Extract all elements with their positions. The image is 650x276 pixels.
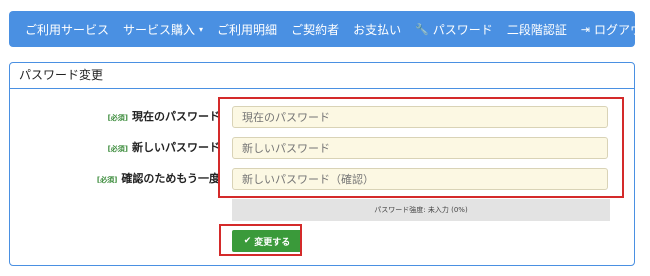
wrench-icon: 🔧 [415, 22, 429, 36]
logout-label: ログアウト [594, 22, 650, 37]
new-password-label: [必須] 新しいパスワード [20, 139, 220, 155]
nav-item-two-factor[interactable]: 二段階認証 [500, 11, 574, 47]
nav-item-label: ご利用明細 [217, 22, 278, 37]
required-tag: [必須] [96, 176, 118, 184]
button-label: 変更する [254, 237, 291, 248]
field-label: 確認のためもう一度 [121, 172, 220, 185]
nav-item-contractor[interactable]: ご契約者 [284, 11, 346, 47]
current-password-input[interactable] [232, 106, 608, 128]
nav-item-label: 二段階認証 [506, 22, 567, 37]
nav-item-label: ご契約者 [291, 22, 340, 37]
logout-icon: ⇥ [580, 22, 591, 36]
top-navbar: ご利用サービス サービス購入 ▾ ご利用明細 ご契約者 お支払い 🔧 パスワード 二… [9, 11, 650, 47]
current-password-label: [必須] 現在のパスワード [20, 108, 220, 124]
nav-item-payment[interactable]: お支払い [346, 11, 408, 47]
nav-item-label: サービス購入 [123, 22, 196, 37]
nav-item-services[interactable]: ご利用サービス [9, 11, 116, 47]
required-tag: [必須] [107, 114, 128, 122]
check-icon: ✔ [243, 236, 252, 246]
confirm-password-label: [必須] 確認のためもう一度 [20, 170, 220, 186]
nav-item-label: お支払い [353, 22, 402, 37]
nav-item-label: パスワード [432, 22, 493, 37]
confirm-password-input[interactable] [232, 168, 608, 190]
new-password-input[interactable] [232, 137, 608, 159]
chevron-down-icon: ▾ [199, 24, 204, 34]
required-tag: [必須] [107, 145, 128, 153]
change-password-button[interactable]: ✔ 変更する [232, 230, 302, 252]
password-strength-meter: パスワード強度: 未入力 (0%) [232, 199, 610, 221]
panel-title: パスワード変更 [10, 63, 634, 89]
nav-item-label: ご利用サービス [25, 22, 110, 37]
nav-item-purchase[interactable]: サービス購入 ▾ [116, 11, 210, 47]
field-label: 新しいパスワード [132, 141, 220, 154]
password-change-panel: パスワード変更 [必須] 現在のパスワード [必須] 新しいパスワード [必須] 確認… [9, 62, 635, 266]
nav-item-password[interactable]: 🔧 パスワード [408, 11, 500, 47]
logout-button[interactable]: ⇥ ログアウト [574, 11, 650, 47]
nav-item-statement[interactable]: ご利用明細 [210, 11, 284, 47]
field-label: 現在のパスワード [132, 110, 220, 123]
